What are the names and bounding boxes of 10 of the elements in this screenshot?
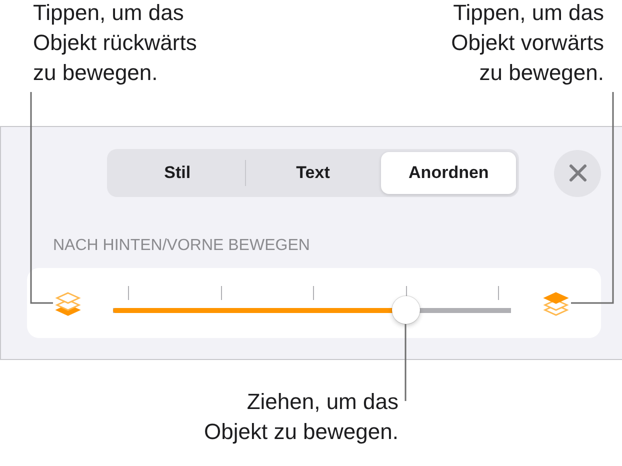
section-label: NACH HINTEN/VORNE BEWEGEN (53, 237, 311, 255)
tab[interactable]: Anordnen (381, 152, 516, 194)
slider-thumb[interactable] (392, 296, 420, 324)
close-button[interactable] (554, 150, 601, 196)
close-icon (568, 163, 588, 183)
tab[interactable]: Text (246, 152, 380, 194)
callout-text: Tippen, um das Objekt rückwärts zu bewegen. (33, 0, 197, 87)
callout-text: Ziehen, um das Objekt zu bewegen. (204, 388, 398, 446)
tab[interactable]: Stil (110, 152, 245, 194)
callout-text: Tippen, um das Objekt vorwärts zu bewegen. (451, 0, 604, 87)
